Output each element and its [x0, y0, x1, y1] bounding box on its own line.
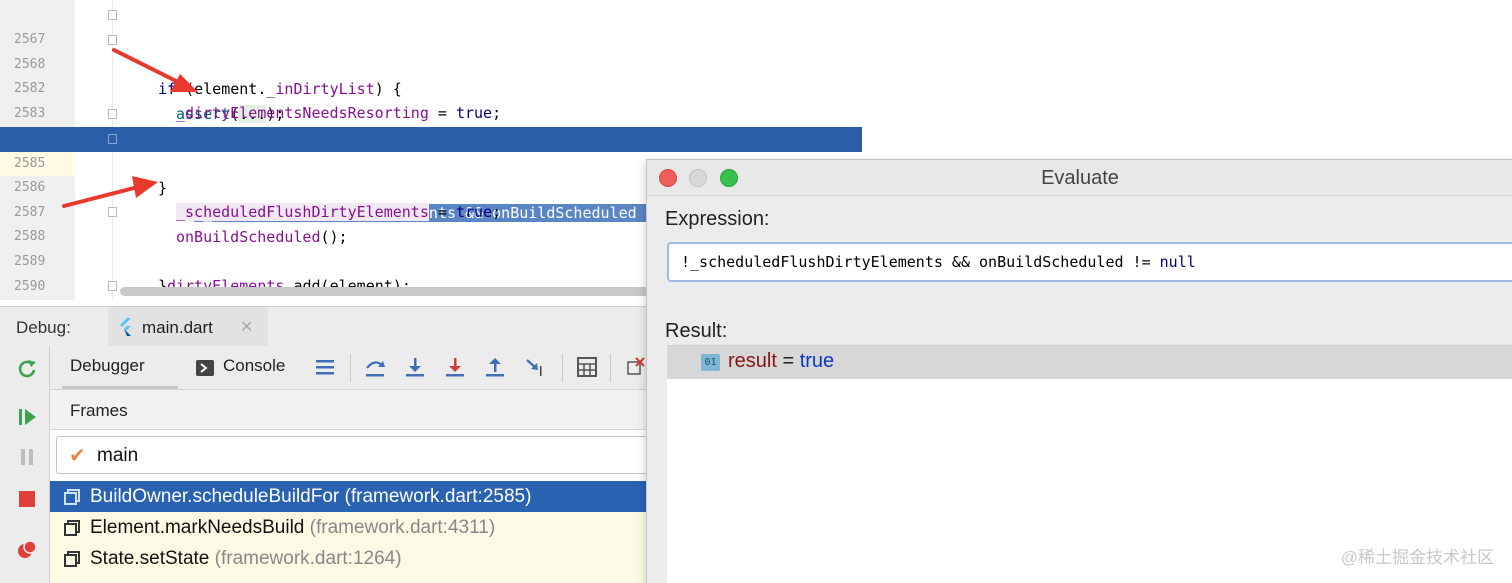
thread-name: main	[97, 445, 139, 466]
frame-row[interactable]: State.setState (framework.dart:1264)	[50, 543, 660, 574]
view-breakpoints-button[interactable]	[14, 536, 40, 562]
line-number: 2591	[14, 299, 64, 300]
frame-location: (framework.dart:4311)	[309, 517, 496, 538]
code-text: element._inDirtyList = true;	[158, 299, 411, 300]
frame-row[interactable]: BuildOwner.scheduleBuildFor (framework.d…	[50, 481, 660, 512]
result-label: Result:	[665, 320, 728, 342]
fold-marker-icon[interactable]	[108, 134, 117, 144]
result-equals: =	[776, 350, 800, 372]
debug-side-toolbar	[0, 346, 50, 583]
stop-icon	[19, 491, 35, 507]
frame-location: (framework.dart:2585)	[344, 486, 532, 507]
stop-button[interactable]	[14, 486, 40, 512]
tab-console[interactable]: Console	[223, 356, 285, 376]
tab-main-dart[interactable]: main.dart ✕	[108, 307, 268, 347]
frames-title: Frames	[70, 401, 128, 420]
frame-name: State.setState	[90, 548, 210, 569]
annotation-arrow-icon	[62, 176, 158, 208]
code-line[interactable]: 2567 if (element._inDirtyList) {	[0, 3, 862, 98]
toolbar-divider	[350, 354, 351, 382]
result-text: result = true	[728, 350, 834, 373]
rerun-icon	[18, 360, 36, 378]
fold-marker-icon[interactable]	[108, 10, 117, 20]
watermark: @稀土掘金技术社区	[1340, 548, 1494, 567]
fold-marker-icon[interactable]	[108, 109, 117, 119]
result-name: result	[728, 350, 777, 372]
expression-text: !_scheduledFlushDirtyElements && onBuild…	[681, 253, 1160, 271]
resume-button[interactable]	[14, 404, 40, 430]
tab-label: main.dart	[142, 318, 213, 337]
menu-icon[interactable]	[314, 356, 336, 378]
horizontal-scrollbar[interactable]	[120, 287, 650, 296]
run-to-cursor-icon[interactable]	[524, 356, 546, 378]
frame-row[interactable]: Element.markNeedsBuild (framework.dart:4…	[50, 512, 660, 543]
mute-breakpoints-icon[interactable]	[624, 356, 646, 378]
toolbar-divider	[610, 354, 611, 382]
annotation-arrow-icon	[112, 48, 198, 92]
frame-icon	[64, 489, 80, 505]
expression-input[interactable]: !_scheduledFlushDirtyElements && onBuild…	[667, 242, 1512, 282]
current-execution-line[interactable]: 2585 if (!_scheduledFlushDirtyElements &…	[0, 127, 862, 223]
step-into-icon[interactable]	[404, 356, 426, 378]
frames-panel-header: Frames	[50, 390, 660, 430]
flutter-icon	[120, 318, 131, 336]
step-out-icon[interactable]	[484, 356, 506, 378]
dialog-title: Evaluate	[1041, 167, 1119, 189]
thread-selector[interactable]: ✔ main	[56, 436, 656, 474]
view-breakpoints-icon	[18, 540, 37, 558]
code-line[interactable]: 2584 }	[0, 102, 862, 197]
frame-row[interactable]	[50, 574, 660, 583]
frame-icon	[64, 520, 80, 536]
pause-button[interactable]	[14, 444, 40, 470]
tab-debugger[interactable]: Debugger	[70, 356, 145, 376]
toolbar-divider	[562, 354, 563, 382]
fold-marker-icon[interactable]	[108, 281, 117, 291]
frame-icon	[64, 551, 80, 567]
frame-location: (framework.dart:1264)	[214, 548, 402, 569]
frame-label: State.setState (framework.dart:1264)	[90, 543, 402, 574]
rerun-button[interactable]	[14, 356, 40, 382]
primitive-value-icon: 01	[701, 354, 720, 371]
frame-label: BuildOwner.scheduleBuildFor (framework.d…	[90, 481, 531, 512]
evaluate-icon[interactable]	[576, 356, 598, 378]
checkmark-icon: ✔	[69, 445, 86, 467]
expression-null-keyword: null	[1159, 253, 1196, 271]
debugger-toolbar: Debugger Console	[50, 346, 660, 390]
result-value: true	[799, 350, 835, 372]
step-over-icon[interactable]	[364, 356, 386, 378]
expression-label: Expression:	[665, 208, 770, 230]
resume-icon	[19, 409, 36, 425]
result-row[interactable]: 01 result = true	[667, 346, 1512, 379]
debug-label: Debug:	[16, 318, 71, 337]
dialog-titlebar: Evaluate	[647, 160, 1512, 196]
console-icon	[196, 360, 214, 376]
debug-tool-window-header: Debug: main.dart ✕	[0, 306, 660, 347]
frame-name: Element.markNeedsBuild	[90, 517, 305, 538]
force-step-into-icon[interactable]	[444, 356, 466, 378]
close-tab-icon[interactable]: ✕	[240, 317, 253, 337]
frame-label: Element.markNeedsBuild (framework.dart:4…	[90, 512, 495, 543]
frame-name: BuildOwner.scheduleBuildFor	[90, 486, 340, 507]
pause-icon	[21, 449, 33, 465]
active-tab-indicator	[62, 386, 178, 389]
evaluate-dialog: Evaluate Expression: !_scheduledFlushDir…	[646, 159, 1512, 583]
